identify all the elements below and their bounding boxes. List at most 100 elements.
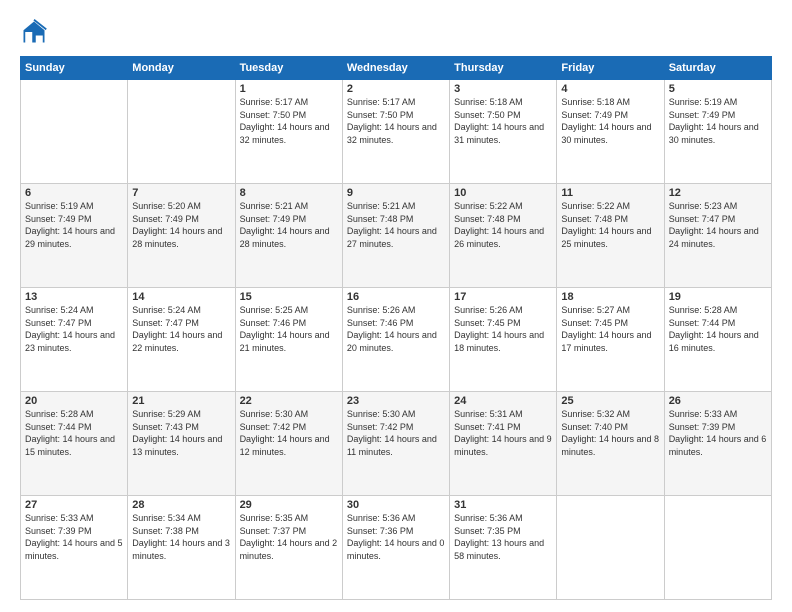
day-number: 6 <box>25 187 123 199</box>
table-row <box>128 80 235 184</box>
calendar-week-row: 1Sunrise: 5:17 AM Sunset: 7:50 PM Daylig… <box>21 80 772 184</box>
day-info: Sunrise: 5:26 AM Sunset: 7:45 PM Dayligh… <box>454 304 552 354</box>
day-info: Sunrise: 5:21 AM Sunset: 7:49 PM Dayligh… <box>240 200 338 250</box>
day-info: Sunrise: 5:29 AM Sunset: 7:43 PM Dayligh… <box>132 408 230 458</box>
table-row: 3Sunrise: 5:18 AM Sunset: 7:50 PM Daylig… <box>450 80 557 184</box>
table-row: 29Sunrise: 5:35 AM Sunset: 7:37 PM Dayli… <box>235 496 342 600</box>
day-info: Sunrise: 5:22 AM Sunset: 7:48 PM Dayligh… <box>561 200 659 250</box>
col-monday: Monday <box>128 57 235 80</box>
table-row: 30Sunrise: 5:36 AM Sunset: 7:36 PM Dayli… <box>342 496 449 600</box>
table-row: 13Sunrise: 5:24 AM Sunset: 7:47 PM Dayli… <box>21 288 128 392</box>
table-row: 23Sunrise: 5:30 AM Sunset: 7:42 PM Dayli… <box>342 392 449 496</box>
day-number: 31 <box>454 499 552 511</box>
day-info: Sunrise: 5:36 AM Sunset: 7:36 PM Dayligh… <box>347 512 445 562</box>
table-row: 15Sunrise: 5:25 AM Sunset: 7:46 PM Dayli… <box>235 288 342 392</box>
day-number: 10 <box>454 187 552 199</box>
logo <box>20 18 52 46</box>
day-info: Sunrise: 5:28 AM Sunset: 7:44 PM Dayligh… <box>669 304 767 354</box>
table-row: 20Sunrise: 5:28 AM Sunset: 7:44 PM Dayli… <box>21 392 128 496</box>
table-row: 5Sunrise: 5:19 AM Sunset: 7:49 PM Daylig… <box>664 80 771 184</box>
col-saturday: Saturday <box>664 57 771 80</box>
page: Sunday Monday Tuesday Wednesday Thursday… <box>0 0 792 612</box>
day-number: 5 <box>669 83 767 95</box>
table-row: 26Sunrise: 5:33 AM Sunset: 7:39 PM Dayli… <box>664 392 771 496</box>
day-number: 23 <box>347 395 445 407</box>
day-number: 27 <box>25 499 123 511</box>
day-info: Sunrise: 5:26 AM Sunset: 7:46 PM Dayligh… <box>347 304 445 354</box>
day-number: 13 <box>25 291 123 303</box>
day-number: 18 <box>561 291 659 303</box>
day-info: Sunrise: 5:17 AM Sunset: 7:50 PM Dayligh… <box>240 96 338 146</box>
table-row: 14Sunrise: 5:24 AM Sunset: 7:47 PM Dayli… <box>128 288 235 392</box>
day-number: 3 <box>454 83 552 95</box>
col-wednesday: Wednesday <box>342 57 449 80</box>
calendar-week-row: 6Sunrise: 5:19 AM Sunset: 7:49 PM Daylig… <box>21 184 772 288</box>
table-row <box>664 496 771 600</box>
day-number: 14 <box>132 291 230 303</box>
table-row: 22Sunrise: 5:30 AM Sunset: 7:42 PM Dayli… <box>235 392 342 496</box>
day-number: 22 <box>240 395 338 407</box>
day-number: 4 <box>561 83 659 95</box>
table-row: 27Sunrise: 5:33 AM Sunset: 7:39 PM Dayli… <box>21 496 128 600</box>
table-row: 9Sunrise: 5:21 AM Sunset: 7:48 PM Daylig… <box>342 184 449 288</box>
table-row <box>557 496 664 600</box>
day-info: Sunrise: 5:24 AM Sunset: 7:47 PM Dayligh… <box>132 304 230 354</box>
day-number: 24 <box>454 395 552 407</box>
day-info: Sunrise: 5:27 AM Sunset: 7:45 PM Dayligh… <box>561 304 659 354</box>
day-info: Sunrise: 5:24 AM Sunset: 7:47 PM Dayligh… <box>25 304 123 354</box>
table-row: 12Sunrise: 5:23 AM Sunset: 7:47 PM Dayli… <box>664 184 771 288</box>
col-friday: Friday <box>557 57 664 80</box>
table-row: 19Sunrise: 5:28 AM Sunset: 7:44 PM Dayli… <box>664 288 771 392</box>
table-row: 7Sunrise: 5:20 AM Sunset: 7:49 PM Daylig… <box>128 184 235 288</box>
day-number: 21 <box>132 395 230 407</box>
table-row: 4Sunrise: 5:18 AM Sunset: 7:49 PM Daylig… <box>557 80 664 184</box>
day-info: Sunrise: 5:19 AM Sunset: 7:49 PM Dayligh… <box>25 200 123 250</box>
table-row: 17Sunrise: 5:26 AM Sunset: 7:45 PM Dayli… <box>450 288 557 392</box>
day-number: 25 <box>561 395 659 407</box>
table-row: 6Sunrise: 5:19 AM Sunset: 7:49 PM Daylig… <box>21 184 128 288</box>
col-thursday: Thursday <box>450 57 557 80</box>
table-row: 8Sunrise: 5:21 AM Sunset: 7:49 PM Daylig… <box>235 184 342 288</box>
day-info: Sunrise: 5:21 AM Sunset: 7:48 PM Dayligh… <box>347 200 445 250</box>
table-row: 21Sunrise: 5:29 AM Sunset: 7:43 PM Dayli… <box>128 392 235 496</box>
day-number: 29 <box>240 499 338 511</box>
table-row: 11Sunrise: 5:22 AM Sunset: 7:48 PM Dayli… <box>557 184 664 288</box>
day-info: Sunrise: 5:22 AM Sunset: 7:48 PM Dayligh… <box>454 200 552 250</box>
day-info: Sunrise: 5:30 AM Sunset: 7:42 PM Dayligh… <box>347 408 445 458</box>
logo-icon <box>20 18 48 46</box>
day-number: 7 <box>132 187 230 199</box>
calendar-week-row: 20Sunrise: 5:28 AM Sunset: 7:44 PM Dayli… <box>21 392 772 496</box>
calendar-header-row: Sunday Monday Tuesday Wednesday Thursday… <box>21 57 772 80</box>
day-info: Sunrise: 5:23 AM Sunset: 7:47 PM Dayligh… <box>669 200 767 250</box>
day-info: Sunrise: 5:28 AM Sunset: 7:44 PM Dayligh… <box>25 408 123 458</box>
day-info: Sunrise: 5:20 AM Sunset: 7:49 PM Dayligh… <box>132 200 230 250</box>
day-info: Sunrise: 5:17 AM Sunset: 7:50 PM Dayligh… <box>347 96 445 146</box>
col-sunday: Sunday <box>21 57 128 80</box>
table-row: 28Sunrise: 5:34 AM Sunset: 7:38 PM Dayli… <box>128 496 235 600</box>
day-number: 1 <box>240 83 338 95</box>
day-number: 20 <box>25 395 123 407</box>
day-info: Sunrise: 5:36 AM Sunset: 7:35 PM Dayligh… <box>454 512 552 562</box>
day-number: 9 <box>347 187 445 199</box>
day-number: 2 <box>347 83 445 95</box>
header <box>20 18 772 46</box>
calendar-week-row: 27Sunrise: 5:33 AM Sunset: 7:39 PM Dayli… <box>21 496 772 600</box>
day-info: Sunrise: 5:30 AM Sunset: 7:42 PM Dayligh… <box>240 408 338 458</box>
day-info: Sunrise: 5:35 AM Sunset: 7:37 PM Dayligh… <box>240 512 338 562</box>
day-number: 12 <box>669 187 767 199</box>
table-row <box>21 80 128 184</box>
table-row: 25Sunrise: 5:32 AM Sunset: 7:40 PM Dayli… <box>557 392 664 496</box>
day-info: Sunrise: 5:25 AM Sunset: 7:46 PM Dayligh… <box>240 304 338 354</box>
table-row: 24Sunrise: 5:31 AM Sunset: 7:41 PM Dayli… <box>450 392 557 496</box>
col-tuesday: Tuesday <box>235 57 342 80</box>
day-info: Sunrise: 5:31 AM Sunset: 7:41 PM Dayligh… <box>454 408 552 458</box>
table-row: 16Sunrise: 5:26 AM Sunset: 7:46 PM Dayli… <box>342 288 449 392</box>
day-number: 8 <box>240 187 338 199</box>
calendar-table: Sunday Monday Tuesday Wednesday Thursday… <box>20 56 772 600</box>
table-row: 1Sunrise: 5:17 AM Sunset: 7:50 PM Daylig… <box>235 80 342 184</box>
table-row: 18Sunrise: 5:27 AM Sunset: 7:45 PM Dayli… <box>557 288 664 392</box>
day-info: Sunrise: 5:33 AM Sunset: 7:39 PM Dayligh… <box>25 512 123 562</box>
day-number: 17 <box>454 291 552 303</box>
day-info: Sunrise: 5:19 AM Sunset: 7:49 PM Dayligh… <box>669 96 767 146</box>
calendar-week-row: 13Sunrise: 5:24 AM Sunset: 7:47 PM Dayli… <box>21 288 772 392</box>
